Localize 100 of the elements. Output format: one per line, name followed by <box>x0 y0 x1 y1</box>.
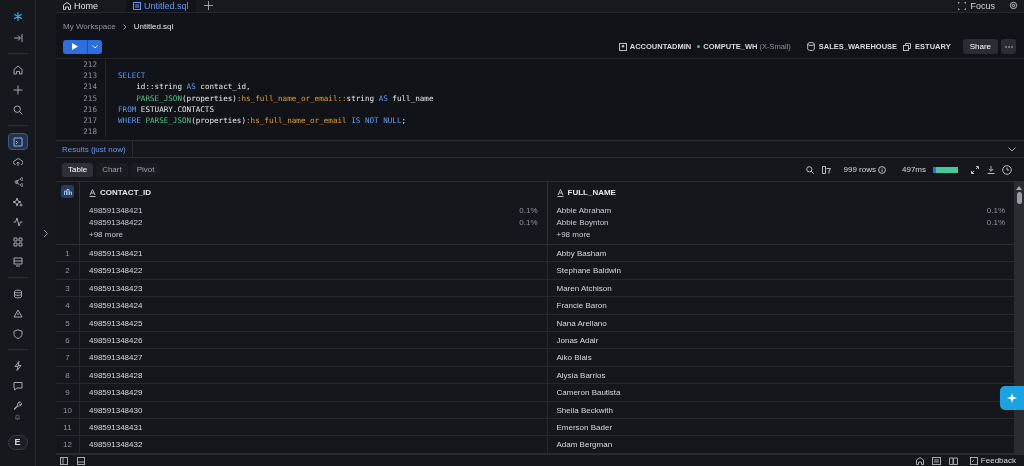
sparkle-icon <box>1007 393 1017 403</box>
view-tab[interactable]: Chart <box>96 162 128 177</box>
table-cell: Aiko Blais <box>556 353 592 363</box>
table-cell: 498591348426 <box>89 335 143 345</box>
database-icon <box>806 42 815 51</box>
column-header[interactable]: FULL_NAME <box>567 187 616 199</box>
column-stats-button[interactable] <box>61 185 74 198</box>
table-cell: 498591348425 <box>89 318 143 328</box>
bell-icon[interactable] <box>12 414 23 421</box>
chat-icon <box>12 380 23 391</box>
column-header[interactable]: CONTACT_ID <box>100 187 151 199</box>
row-number: 7 <box>65 353 70 363</box>
row-number: 12 <box>63 440 72 450</box>
schema-icon <box>903 42 912 51</box>
value-percent: 0.1% <box>986 217 1005 229</box>
row-count: 999 rows <box>843 163 876 176</box>
text-type-icon <box>89 189 96 197</box>
collapse-icon <box>12 32 23 43</box>
results-tab[interactable]: Results (just now) <box>56 141 133 157</box>
bar-chart-icon <box>63 188 72 195</box>
cloud-upload-icon <box>12 156 23 167</box>
plus-icon <box>12 84 23 95</box>
more-button[interactable] <box>1001 39 1016 54</box>
row-number: 10 <box>63 405 72 415</box>
table-cell: Francie Baron <box>556 301 607 311</box>
sparkle-icon <box>12 196 23 207</box>
breadcrumb-item[interactable]: My Workspace <box>63 21 116 33</box>
file-icon <box>133 2 141 10</box>
table-cell: Alysia Barrios <box>556 370 606 380</box>
info-icon[interactable] <box>878 165 886 174</box>
history-icon[interactable] <box>1002 164 1012 175</box>
home-icon[interactable] <box>915 456 924 465</box>
row-number: 1 <box>65 249 70 258</box>
editor-tab[interactable]: Untitled.sql <box>126 0 196 12</box>
keyboard-icon[interactable] <box>931 456 941 465</box>
triangle-arrows-icon <box>12 308 23 319</box>
play-icon <box>72 43 78 50</box>
table-cell: Abby Basham <box>556 249 607 258</box>
run-button[interactable] <box>63 39 87 54</box>
more-values-link[interactable]: +98 more <box>556 229 1005 241</box>
table-cell: 498591348431 <box>89 422 143 432</box>
view-tab[interactable]: Pivot <box>130 162 161 177</box>
table-cell: Sheila Beckwith <box>556 405 613 415</box>
book-icon[interactable] <box>948 456 958 465</box>
table-cell: 498591348428 <box>89 370 143 380</box>
row-number: 6 <box>65 335 70 345</box>
share-button[interactable]: Share <box>962 39 998 54</box>
expand-icon[interactable] <box>971 165 979 174</box>
user-badge-icon <box>618 42 627 51</box>
view-tab[interactable]: Table <box>62 162 94 177</box>
feedback-button[interactable]: Feedback <box>969 454 1016 466</box>
table-cell: Adam Bergman <box>556 440 613 450</box>
download-icon[interactable] <box>987 165 995 174</box>
table-cell: Nana Arellano <box>556 318 607 328</box>
table-cell: 498591348432 <box>89 440 143 450</box>
table-cell: Jonas Adair <box>556 335 599 345</box>
focus-button[interactable]: Focus <box>958 0 995 12</box>
breadcrumb-item[interactable]: Untitled.sql <box>133 21 174 33</box>
sidebar-toggle-icon[interactable] <box>60 456 68 465</box>
monitor-icon <box>12 256 23 267</box>
top-value: 498591348421 <box>89 205 143 217</box>
home-icon <box>63 2 71 10</box>
collapse-chevron-icon[interactable] <box>1008 146 1016 152</box>
table-cell: 498591348429 <box>89 388 143 398</box>
table-cell: Emerson Bader <box>556 422 613 432</box>
editor-tab[interactable]: Home <box>56 0 126 12</box>
row-number: 11 <box>63 422 72 432</box>
row-number: 5 <box>65 318 70 328</box>
user-avatar[interactable]: E <box>7 434 28 450</box>
row-number: 8 <box>65 370 70 380</box>
more-icon <box>1004 45 1013 48</box>
table-cell: 498591348430 <box>89 405 143 415</box>
expand-panel-icon[interactable] <box>43 228 49 238</box>
assistant-button[interactable] <box>1000 386 1024 410</box>
worksheet-icon <box>12 136 23 147</box>
focus-icon <box>958 2 967 10</box>
lightning-icon <box>12 360 23 371</box>
database-icon <box>12 288 23 299</box>
run-options-button[interactable] <box>87 39 102 54</box>
home-icon <box>12 64 23 75</box>
more-values-link[interactable]: +98 more <box>89 229 538 241</box>
chevron-down-icon <box>92 44 98 49</box>
settings-icon[interactable] <box>1009 1 1018 10</box>
feedback-icon <box>969 456 978 465</box>
shield-icon <box>12 328 23 339</box>
new-tab-icon[interactable] <box>204 1 213 10</box>
search-icon[interactable] <box>805 165 814 174</box>
value-percent: 0.1% <box>519 217 538 229</box>
row-number: 4 <box>65 301 70 311</box>
table-cell: 498591348421 <box>89 249 143 258</box>
table-cell: 498591348427 <box>89 353 143 363</box>
table-cell: Maren Atchison <box>556 283 612 293</box>
table-cell: Cameron Bautista <box>556 388 621 398</box>
search-icon <box>12 104 23 115</box>
table-cell: 498591348424 <box>89 301 143 311</box>
sidebar-item[interactable] <box>7 133 28 151</box>
query-duration: 497ms <box>902 163 926 176</box>
panel-toggle-icon[interactable] <box>77 456 85 465</box>
row-number: 2 <box>65 266 70 276</box>
top-value: Abbie Abraham <box>556 205 612 217</box>
